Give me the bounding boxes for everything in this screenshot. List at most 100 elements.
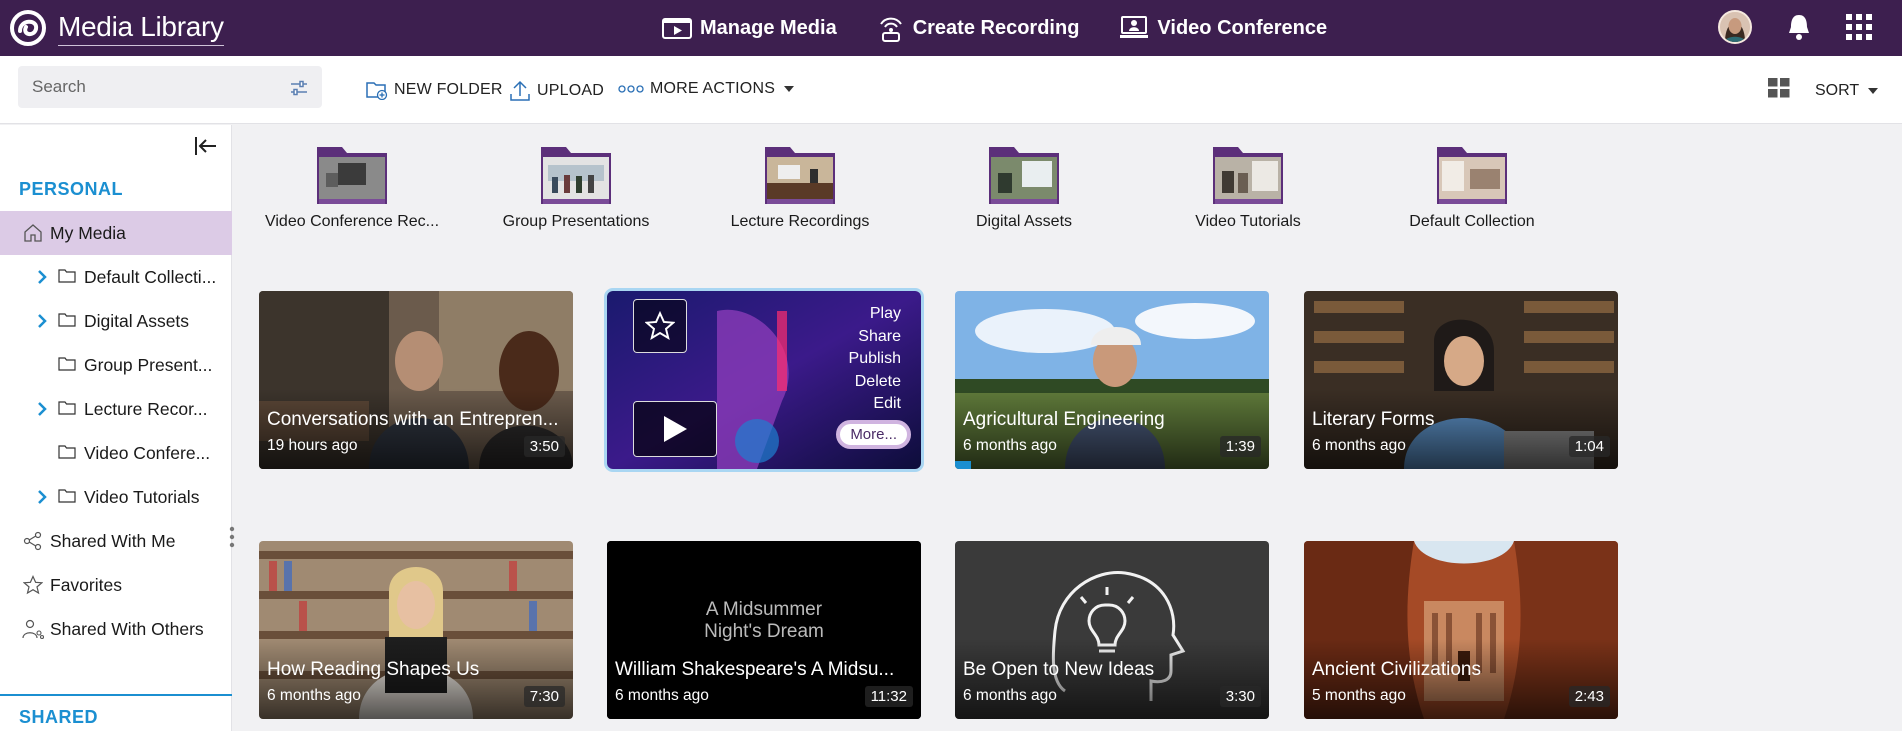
caret-down-icon [1868,88,1879,94]
play-button[interactable] [633,401,717,457]
card-age: 6 months ago [963,687,1057,704]
more-button[interactable]: More... [836,420,911,449]
media-card[interactable]: Literary Forms 6 months ago 1:04 [1304,291,1618,469]
nav-manage-media[interactable]: Manage Media [662,12,837,44]
menu-item-delete[interactable]: Delete [849,371,901,394]
chevron-right-icon[interactable] [37,489,47,505]
media-card[interactable]: How Reading Shapes Us 6 months ago 7:30 [259,541,573,719]
top-bar: Media Library Manage Media Create Record… [0,0,1902,56]
sidebar-item-shared-with-me[interactable]: Shared With Me [0,519,232,563]
duration-badge: 3:50 [523,436,565,457]
upload-button[interactable]: UPLOAD [509,80,604,102]
duration-badge: 2:43 [1568,686,1610,707]
chevron-right-icon[interactable] [37,401,47,417]
sidebar-item-default-collection[interactable]: Default Collecti... [0,255,232,299]
duration-badge: 3:30 [1219,686,1261,707]
sidebar: PERSONAL My Media Default Collecti... Di… [0,125,232,731]
play-icon [664,416,687,442]
nav-create-recording[interactable]: Create Recording [877,12,1079,44]
sidebar-item-video-conference[interactable]: Video Confere... [0,431,232,475]
sidebar-item-my-media[interactable]: My Media [0,211,232,255]
folder-tile[interactable]: Lecture Recordings [700,143,900,231]
more-actions-button[interactable]: MORE ACTIONS [618,80,801,98]
avatar[interactable] [1718,10,1752,44]
card-action-menu: Play Share Publish Delete Edit [849,303,901,416]
shared-section-title: SHARED [19,707,99,727]
media-card-hovered[interactable]: Play Share Publish Delete Edit More... [604,288,924,472]
card-title: Be Open to New Ideas [963,659,1155,680]
new-folder-icon [366,82,388,100]
folder-icon [58,268,76,283]
folder-label: Group Presentations [502,213,650,230]
resize-handle-icon[interactable] [228,525,236,549]
folder-tile[interactable]: Digital Assets [924,143,1124,231]
new-folder-button[interactable]: NEW FOLDER [366,80,503,100]
chevron-right-icon[interactable] [37,269,47,285]
media-folder-icon [1437,147,1507,204]
media-card[interactable]: Conversations with an Entrepren... 19 ho… [259,291,573,469]
card-title: William Shakespeare's A Midsu... [615,659,895,680]
collapse-sidebar-icon[interactable] [194,135,218,157]
star-icon [645,311,675,341]
broadcast-icon [879,17,902,42]
menu-item-edit[interactable]: Edit [849,393,901,416]
folder-tile[interactable]: Video Tutorials [1148,143,1348,231]
sidebar-item-group-presentations[interactable]: Group Present... [0,343,232,387]
folder-tile[interactable]: Video Conference Rec... [252,143,452,231]
nav-video-conference[interactable]: Video Conference [1119,12,1327,44]
brand[interactable]: Media Library [8,9,224,47]
folder-icon [58,356,76,371]
main-nav: Manage Media Create Recording Video Conf… [662,12,1367,44]
bell-icon[interactable] [1786,13,1812,41]
app-logo-icon [10,10,46,46]
card-age: 6 months ago [1312,437,1406,454]
menu-item-play[interactable]: Play [849,303,901,326]
folder-tile[interactable]: Group Presentations [476,143,676,231]
film-icon [662,18,692,39]
folder-tile[interactable]: Default Collection [1372,143,1572,231]
thumbnail-text: A Midsummer Night's Dream [704,599,824,642]
media-card[interactable]: Agricultural Engineering 6 months ago 1:… [955,291,1269,469]
media-folder-icon [765,147,835,204]
grid-view-icon[interactable] [1768,78,1790,98]
sidebar-divider [0,694,232,696]
app-grid-icon[interactable] [1846,14,1872,40]
search-input[interactable] [18,66,322,108]
media-folder-icon [541,147,611,204]
menu-item-share[interactable]: Share [849,326,901,349]
media-card[interactable]: A Midsummer Night's Dream William Shakes… [607,541,921,719]
favorite-button[interactable] [633,299,687,353]
card-age: 5 months ago [1312,687,1406,704]
sidebar-item-digital-assets[interactable]: Digital Assets [0,299,232,343]
folder-icon [58,312,76,327]
sidebar-item-shared-with-others[interactable]: Shared With Others [0,607,232,651]
media-card[interactable]: Be Open to New Ideas 6 months ago 3:30 [955,541,1269,719]
card-title: Ancient Civilizations [1312,659,1481,680]
duration-badge: 1:39 [1219,436,1261,457]
star-icon [23,575,43,595]
sidebar-item-video-tutorials[interactable]: Video Tutorials [0,475,232,519]
sidebar-item-lecture-recordings[interactable]: Lecture Recor... [0,387,232,431]
menu-item-publish[interactable]: Publish [849,348,901,371]
sort-button[interactable]: SORT [1815,82,1879,100]
card-title: How Reading Shapes Us [267,659,480,680]
filter-icon[interactable] [290,80,308,96]
folder-icon [58,444,76,459]
personal-section-title: PERSONAL [19,179,124,199]
folder-label: Video Conference Rec... [264,213,440,230]
app-title: Media Library [58,11,224,46]
more-dots-icon [618,85,644,93]
media-folder-icon [989,147,1059,204]
card-age: 6 months ago [267,687,361,704]
conference-icon [1120,16,1149,38]
sidebar-item-favorites[interactable]: Favorites [0,563,232,607]
chevron-right-icon[interactable] [37,313,47,329]
share-icon [23,531,42,551]
home-icon [24,224,42,242]
folder-icon [58,400,76,415]
shared-users-icon [22,619,44,640]
folder-icon [58,488,76,503]
duration-badge: 7:30 [523,686,565,707]
folder-label: Digital Assets [975,213,1073,230]
media-card[interactable]: Ancient Civilizations 5 months ago 2:43 [1304,541,1618,719]
